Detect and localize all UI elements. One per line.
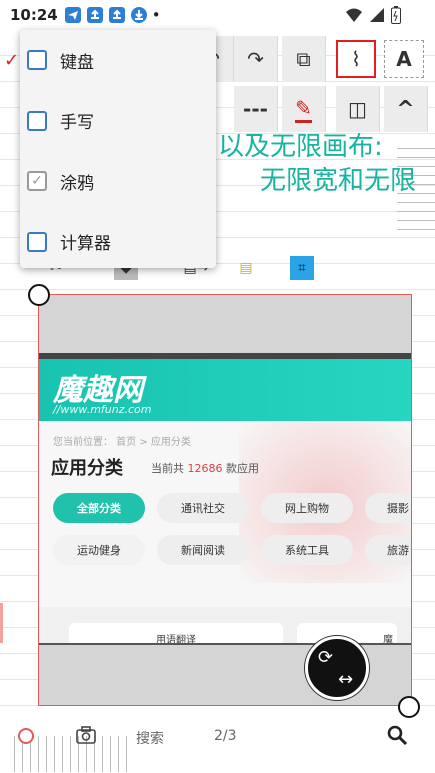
search-label[interactable]: 搜索 <box>136 728 164 748</box>
screenshot-content: 魔趣网 //www.mfunz.com 您当前位置： 首页 > 应用分类 应用分… <box>39 353 411 653</box>
checkbox[interactable] <box>27 110 47 131</box>
chip: 摄影 <box>365 493 411 523</box>
wifi-icon <box>346 8 362 22</box>
lasso-icon: ⌇ <box>351 47 361 71</box>
status-notification-icons: • <box>64 6 161 24</box>
collapse-toolbar-button[interactable]: ^ <box>384 86 428 132</box>
site-url: //www.mfunz.com <box>53 403 152 416</box>
download-icon <box>130 6 148 24</box>
pen-icon: ✎ <box>295 96 312 123</box>
align-icon[interactable]: ▤ <box>234 256 258 280</box>
resize-handle-bottom-right[interactable] <box>398 696 420 718</box>
site-header: 魔趣网 //www.mfunz.com <box>39 359 411 421</box>
breadcrumb: 您当前位置： 首页 > 应用分类 <box>53 437 191 448</box>
count-prefix: 当前共 <box>151 462 184 475</box>
chevron-up-icon: ^ <box>396 96 415 122</box>
count-suffix: 款应用 <box>226 462 259 475</box>
copy-button[interactable]: ⧉ <box>282 36 326 82</box>
flip-button[interactable]: ◫ <box>336 86 380 132</box>
checkbox[interactable] <box>27 231 47 252</box>
chip: 系统工具 <box>261 535 353 565</box>
bottom-bar: 搜索 2/3 <box>0 718 435 773</box>
text-tool-button[interactable]: A <box>384 40 424 78</box>
page-indicator: 2/3 <box>214 728 237 744</box>
menu-item-label: 计算器 <box>60 234 111 255</box>
chip-all: 全部分类 <box>53 493 145 523</box>
telegram-icon <box>64 6 82 24</box>
copy-icon: ⧉ <box>296 47 311 71</box>
upload-icon <box>86 6 104 24</box>
redo-icon: ↷ <box>247 47 264 71</box>
signal-icon <box>370 8 384 22</box>
menu-item-label: 键盘 <box>60 52 94 73</box>
app-count: 当前共 12686 款应用 <box>151 460 259 476</box>
status-bar: 10:24 • <box>0 0 435 30</box>
lasso-button[interactable]: ⌇ <box>336 40 376 78</box>
rotate-icon: ⟳ <box>318 647 334 668</box>
search-icon[interactable] <box>386 724 408 751</box>
chip: 运动健身 <box>53 535 145 565</box>
crop-icon[interactable]: ⌗ <box>290 256 314 280</box>
resize-handle-top-left[interactable] <box>28 284 50 306</box>
dash-line-icon: --- <box>243 97 268 121</box>
camera-icon[interactable] <box>76 726 96 749</box>
rotate-resize-button[interactable]: ⟳ ↔ <box>305 636 369 700</box>
chip: 新闻阅读 <box>157 535 249 565</box>
redo-button[interactable]: ↷ <box>234 36 278 82</box>
count-number: 12686 <box>187 462 223 475</box>
status-time: 10:24 <box>10 6 58 24</box>
checkbox[interactable] <box>27 50 47 71</box>
resize-arrows-icon: ↔ <box>338 669 354 690</box>
menu-item-keyboard[interactable]: 键盘 <box>20 30 216 91</box>
chip: 通讯社交 <box>157 493 249 523</box>
dash-line-button[interactable]: --- <box>234 86 278 132</box>
menu-item-label: 涂鸦 <box>60 173 94 194</box>
input-mode-menu: 键盘 手写 ✓ 涂鸦 计算器 <box>20 30 216 268</box>
chip: 网上购物 <box>261 493 353 523</box>
battery-icon <box>391 6 401 24</box>
menu-item-handwriting[interactable]: 手写 <box>20 91 216 152</box>
menu-item-label: 手写 <box>60 113 94 134</box>
status-dot: • <box>151 6 161 24</box>
status-right-icons <box>345 6 401 24</box>
chip: 旅游 <box>365 535 411 565</box>
canvas-text-line-2: 无限宽和无限 <box>260 166 417 196</box>
margin-marker <box>0 603 3 643</box>
menu-item-doodle[interactable]: ✓ 涂鸦 <box>20 151 216 212</box>
menu-item-calculator[interactable]: 计算器 <box>20 212 216 273</box>
flip-icon: ◫ <box>348 97 367 121</box>
text-tool-icon: A <box>396 47 412 71</box>
category-heading: 应用分类 <box>51 458 123 479</box>
pen-color-button[interactable]: ✎ <box>282 86 326 132</box>
record-icon[interactable] <box>18 728 34 744</box>
upload-icon <box>108 6 126 24</box>
checkbox-checked[interactable]: ✓ <box>27 171 47 192</box>
